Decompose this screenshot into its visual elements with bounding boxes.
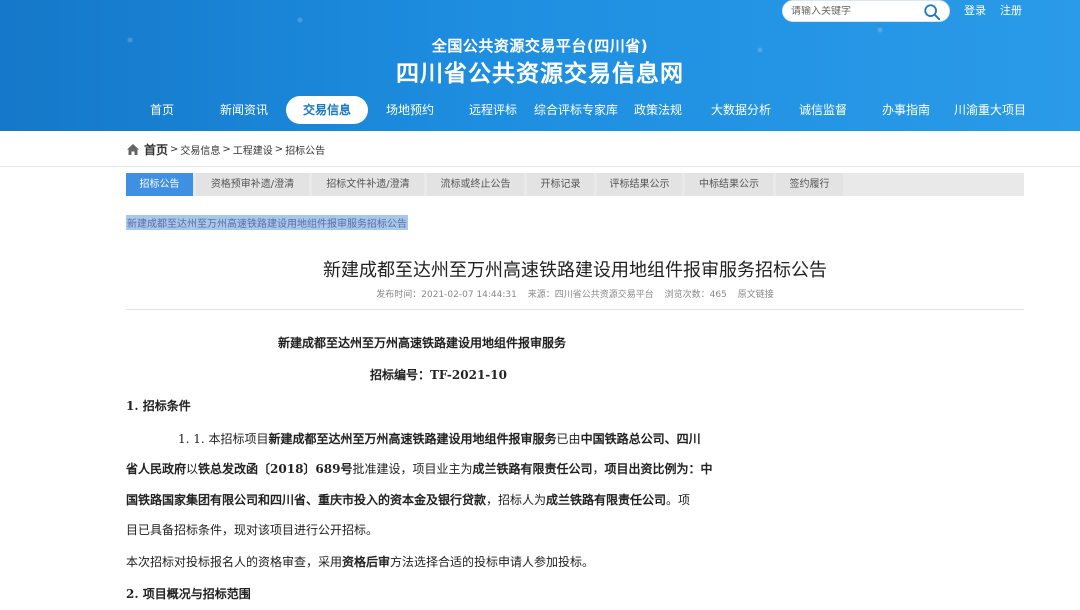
tab-award-result[interactable]: 中标结果公示 bbox=[685, 173, 773, 196]
top-links: 登录 注册 bbox=[964, 2, 1022, 18]
breadcrumb-separator: > bbox=[170, 144, 179, 155]
site-header: 登录 注册 全国公共资源交易平台(四川省) 四川省公共资源交易信息网 首页 新闻… bbox=[0, 0, 1080, 131]
selected-article-link[interactable]: 新建成都至达州至万州高速铁路建设用地组件报审服务招标公告 bbox=[126, 215, 408, 230]
category-tabs: 招标公告 资格预审补遗/澄清 招标文件补遗/澄清 流标或终止公告 开标记录 评标… bbox=[126, 173, 1024, 196]
paragraph-line: 1. 1. 本招标项目新建成都至达州至万州高速铁路建设用地组件报审服务已由中国铁… bbox=[178, 432, 701, 446]
nav-item-credit[interactable]: 诚信监督 bbox=[796, 96, 850, 124]
article-source: 来源：四川省公共资源交易平台 bbox=[527, 290, 654, 300]
breadcrumb-bid-notice[interactable]: 招标公告 bbox=[285, 142, 325, 157]
nav-item-expert-pool[interactable]: 综合评标专家库 bbox=[534, 96, 618, 124]
tab-evaluation-result[interactable]: 评标结果公示 bbox=[597, 173, 682, 196]
paragraph-line: 省人民政府以铁总发改函〔2018〕689号批准建设，项目业主为成兰铁路有限责任公… bbox=[126, 462, 713, 476]
bid-number: 招标编号：TF-2021-10 bbox=[370, 368, 507, 382]
section-heading-1: 1. 招标条件 bbox=[126, 399, 191, 413]
register-link[interactable]: 注册 bbox=[1000, 2, 1022, 18]
tab-contract-performance[interactable]: 签约履行 bbox=[776, 173, 843, 196]
section-heading-2: 2. 项目概况与招标范围 bbox=[126, 587, 251, 601]
view-count: 浏览次数：465 bbox=[664, 290, 727, 300]
article-meta: 发布时间：2021-02-07 14:44:31 来源：四川省公共资源交易平台 … bbox=[0, 287, 1080, 300]
breadcrumb-trade-info[interactable]: 交易信息 bbox=[180, 142, 220, 157]
article-title: 新建成都至达州至万州高速铁路建设用地组件报审服务招标公告 bbox=[323, 260, 827, 281]
search-input[interactable] bbox=[791, 5, 921, 17]
site-title: 四川省公共资源交易信息网 bbox=[396, 61, 684, 87]
login-link[interactable]: 登录 bbox=[964, 2, 986, 18]
site-subtitle: 全国公共资源交易平台(四川省) bbox=[431, 37, 649, 55]
nav-item-venue-booking[interactable]: 场地预约 bbox=[380, 96, 440, 124]
home-icon bbox=[127, 144, 139, 155]
nav-item-policy[interactable]: 政策法规 bbox=[630, 96, 686, 124]
nav-item-remote-evaluation[interactable]: 远程评标 bbox=[462, 96, 524, 124]
tab-bid-doc-clarification[interactable]: 招标文件补遗/澄清 bbox=[312, 173, 424, 196]
nav-item-guide[interactable]: 办事指南 bbox=[878, 96, 934, 124]
publish-time: 发布时间：2021-02-07 14:44:31 bbox=[376, 290, 517, 300]
breadcrumb: 首页 > 交易信息 > 工程建设 > 招标公告 bbox=[126, 141, 325, 158]
nav-item-chuanyu-projects[interactable]: 川渝重大项目 bbox=[952, 96, 1028, 124]
original-link[interactable]: 原文链接 bbox=[738, 290, 774, 300]
search-box[interactable] bbox=[782, 0, 950, 22]
nav-item-big-data[interactable]: 大数据分析 bbox=[706, 96, 776, 124]
breadcrumb-bar: 首页 > 交易信息 > 工程建设 > 招标公告 bbox=[0, 131, 1080, 167]
breadcrumb-separator: > bbox=[274, 144, 284, 155]
divider bbox=[126, 309, 1024, 310]
nav-item-trade-info[interactable]: 交易信息 bbox=[286, 96, 368, 124]
main-nav: 首页 新闻资讯 交易信息 场地预约 远程评标 综合评标专家库 政策法规 大数据分… bbox=[0, 96, 1080, 124]
breadcrumb-separator: > bbox=[222, 144, 231, 155]
nav-item-home[interactable]: 首页 bbox=[138, 96, 186, 124]
tab-opening-record[interactable]: 开标记录 bbox=[527, 173, 594, 196]
paragraph-line: 国铁路国家集团有限公司和四川省、重庆市投入的资本金及银行贷款，招标人为成兰铁路有… bbox=[126, 493, 691, 507]
project-name: 新建成都至达州至万州高速铁路建设用地组件报审服务 bbox=[278, 336, 567, 350]
search-icon[interactable] bbox=[923, 3, 941, 21]
breadcrumb-engineering[interactable]: 工程建设 bbox=[233, 142, 273, 157]
breadcrumb-home[interactable]: 首页 bbox=[144, 141, 168, 158]
paragraph-line: 本次招标对投标报名人的资格审查，采用资格后审方法选择合适的投标申请人参加投标。 bbox=[126, 555, 595, 569]
paragraph-line: 目已具备招标条件，现对该项目进行公开招标。 bbox=[126, 523, 379, 537]
tab-prequal-clarification[interactable]: 资格预审补遗/澄清 bbox=[196, 173, 309, 196]
nav-item-news[interactable]: 新闻资讯 bbox=[212, 96, 276, 124]
tab-bid-notice[interactable]: 招标公告 bbox=[126, 173, 193, 196]
tab-failed-terminated[interactable]: 流标或终止公告 bbox=[427, 173, 524, 196]
